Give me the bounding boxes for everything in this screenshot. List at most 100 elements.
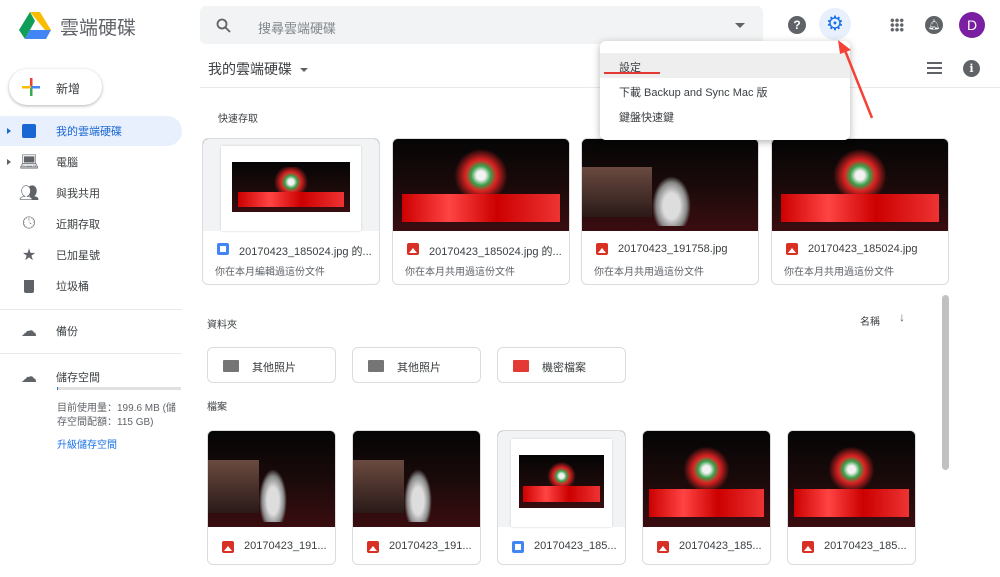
apps-icon[interactable] (890, 18, 904, 32)
quick-access-title: 快速存取 (218, 114, 258, 125)
file-card[interactable]: 20170423_191... (207, 430, 336, 565)
folder-icon (368, 360, 384, 372)
info-icon[interactable]: i (963, 60, 980, 77)
new-button[interactable]: 新增 (9, 69, 102, 105)
sidebar-label: 我的雲端硬碟 (56, 126, 122, 138)
sidebar-label: 已加星號 (56, 250, 100, 262)
scrollbar[interactable] (942, 295, 949, 470)
sidebar-label: 與我共用 (56, 188, 100, 200)
location-dropdown[interactable]: 我的雲端硬碟 (208, 59, 308, 79)
file-name: 20170423_185... (679, 540, 762, 552)
cloud-outline-icon: ☁︎ (21, 369, 37, 386)
file-name: 20170423_185024.jpg (808, 243, 918, 255)
sidebar-item-backup[interactable]: ☁ 備份 (0, 316, 182, 346)
sort-direction-icon[interactable]: ↓ (899, 310, 905, 324)
file-card[interactable]: 20170423_185... (497, 430, 626, 565)
shared-folder-icon (513, 360, 529, 372)
notifications-icon[interactable]: 🔔︎ (925, 16, 943, 34)
menu-item-shortcuts[interactable]: 鍵盤快速鍵 (600, 103, 850, 128)
file-name: 20170423_191... (244, 540, 327, 552)
storage-bar (57, 387, 181, 390)
settings-button[interactable]: ⚙ (819, 8, 851, 40)
sidebar-item-my-drive[interactable]: 我的雲端硬碟 (0, 116, 182, 146)
sidebar-item-trash[interactable]: 垃圾桶 (0, 271, 182, 301)
menu-item-download-backup[interactable]: 下載 Backup and Sync Mac 版 (600, 78, 850, 103)
photo-thumbnail (208, 431, 335, 527)
folder-item[interactable]: 其他照片 (207, 347, 336, 383)
file-card[interactable]: 20170423_185... (642, 430, 771, 565)
folder-name: 其他照片 (252, 362, 296, 374)
sidebar-label: 電腦 (56, 157, 78, 169)
sidebar-label: 垃圾桶 (56, 281, 89, 293)
search-options-icon[interactable] (735, 23, 745, 28)
doc-thumbnail (498, 431, 625, 527)
file-activity: 你在本月共用過這份文件 (784, 267, 894, 278)
image-icon (367, 541, 379, 553)
photo-thumbnail (393, 139, 569, 231)
image-icon (786, 243, 798, 255)
expand-icon[interactable] (7, 128, 11, 134)
photo-thumbnail (772, 139, 948, 231)
folders-title: 資料夾 (207, 320, 237, 331)
upgrade-storage-link[interactable]: 升級儲存空間 (57, 436, 117, 451)
sidebar-label: 近期存取 (56, 219, 100, 231)
folder-item[interactable]: 其他照片 (352, 347, 481, 383)
new-label: 新增 (56, 82, 81, 96)
file-activity: 你在本月編輯過這份文件 (215, 267, 325, 278)
file-card[interactable]: 20170423_185... (787, 430, 916, 565)
image-icon (222, 541, 234, 553)
settings-menu: 設定 下載 Backup and Sync Mac 版 鍵盤快速鍵 (600, 41, 850, 140)
trash-icon (20, 277, 38, 295)
file-name: 20170423_185... (824, 540, 907, 552)
help-icon[interactable]: ? (788, 16, 806, 34)
location-label: 我的雲端硬碟 (208, 61, 292, 77)
chevron-down-icon (299, 68, 308, 73)
file-name: 20170423_191758.jpg (618, 243, 728, 255)
sidebar-item-shared[interactable]: 👥︎ 與我共用 (0, 178, 182, 208)
photo-thumbnail (788, 431, 915, 527)
quick-access-card[interactable]: 20170423_185024.jpg 的... 你在本月共用過這份文件 (392, 138, 570, 285)
image-icon (802, 541, 814, 553)
folder-name: 其他照片 (397, 362, 441, 374)
doc-icon (217, 243, 229, 255)
sidebar-label: 儲存空間 (56, 372, 100, 384)
image-icon (596, 243, 608, 255)
avatar-letter: D (966, 17, 978, 33)
photo-thumbnail (582, 139, 758, 231)
menu-label: 鍵盤快速鍵 (619, 112, 674, 124)
folder-item[interactable]: 機密檔案 (497, 347, 626, 383)
file-card[interactable]: 20170423_191... (352, 430, 481, 565)
image-icon (407, 243, 419, 255)
file-name: 20170423_185... (534, 540, 617, 552)
sort-by-name-button[interactable]: 名稱 (860, 313, 880, 328)
image-icon (657, 541, 669, 553)
list-view-icon[interactable] (927, 62, 942, 74)
quick-access-card[interactable]: 20170423_185024.jpg 的... 你在本月編輯過這份文件 (202, 138, 380, 285)
photo-thumbnail (353, 431, 480, 527)
file-activity: 你在本月共用過這份文件 (405, 267, 515, 278)
plus-icon (22, 78, 40, 96)
sidebar-item-starred[interactable]: ★ 已加星號 (0, 240, 182, 270)
my-drive-icon (20, 122, 38, 140)
quick-access-card[interactable]: 20170423_185024.jpg 你在本月共用過這份文件 (771, 138, 949, 285)
quick-access-card[interactable]: 20170423_191758.jpg 你在本月共用過這份文件 (581, 138, 759, 285)
file-name: 20170423_185024.jpg 的... (429, 246, 562, 258)
star-icon: ★ (21, 247, 37, 264)
avatar[interactable]: D (959, 12, 985, 38)
search-input[interactable]: 搜尋雲端硬碟 (200, 6, 763, 44)
storage-usage: 目前使用量：199.6 MB (儲存空間配額：115 GB) (57, 403, 176, 428)
sidebar-item-recent[interactable]: 🕓︎ 近期存取 (0, 209, 182, 239)
menu-item-settings[interactable]: 設定 (600, 53, 850, 78)
sidebar-divider (0, 353, 182, 354)
annotation-underline (604, 72, 660, 74)
sidebar-divider (0, 309, 182, 310)
search-placeholder: 搜尋雲端硬碟 (258, 21, 337, 36)
files-title: 檔案 (207, 402, 227, 413)
sidebar-item-computers[interactable]: 💻︎ 電腦 (0, 147, 182, 177)
expand-icon[interactable] (7, 159, 11, 165)
computer-icon: 💻︎ (18, 154, 40, 171)
gear-icon: ⚙ (826, 13, 844, 35)
drive-logo-icon[interactable] (19, 12, 51, 40)
folder-name: 機密檔案 (542, 362, 586, 374)
search-icon[interactable] (216, 18, 231, 33)
